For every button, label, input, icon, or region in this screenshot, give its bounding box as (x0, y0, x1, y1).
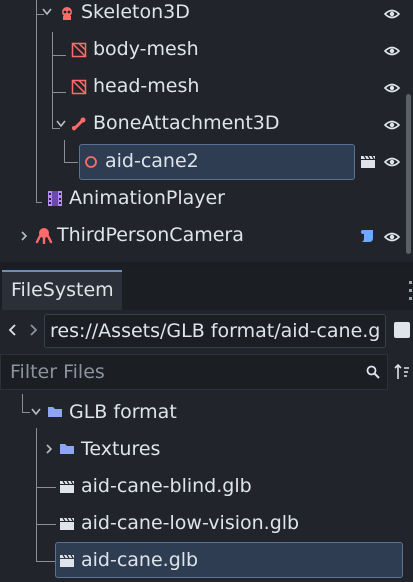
tree-item-label: aid-cane2 (105, 150, 199, 172)
tree-item-skeleton3d[interactable]: Skeleton3D (0, 0, 413, 33)
tree-item-label: head-mesh (93, 75, 200, 97)
eye-icon[interactable] (384, 157, 400, 167)
eye-icon[interactable] (384, 83, 400, 93)
dock-menu-icon[interactable] (409, 279, 413, 303)
folder-icon (48, 407, 62, 417)
tree-item-label: ThirdPersonCamera (57, 224, 244, 246)
forward-arrow-icon[interactable] (28, 323, 38, 337)
split-mode-icon[interactable] (394, 322, 410, 338)
tree-item-body-mesh[interactable]: body-mesh (0, 32, 413, 69)
tab-filesystem[interactable]: FileSystem (2, 270, 122, 310)
chevron-down-icon[interactable] (31, 408, 41, 416)
eye-icon[interactable] (384, 232, 400, 242)
fs-item-label: Textures (81, 438, 161, 460)
bone-attachment-icon (72, 117, 86, 131)
tab-label: FileSystem (11, 279, 114, 301)
scene-file-icon (60, 554, 74, 567)
filter-placeholder: Filter Files (10, 361, 105, 383)
fs-item-aid-cane-blind[interactable]: aid-cane-blind.glb (0, 468, 413, 505)
chevron-down-icon[interactable] (56, 120, 66, 128)
tree-item-head-mesh[interactable]: head-mesh (0, 69, 413, 106)
fs-item-label: aid-cane-low-vision.glb (81, 512, 300, 534)
search-icon[interactable] (366, 365, 380, 379)
folder-icon (60, 444, 74, 454)
fs-item-label: aid-cane-blind.glb (81, 475, 252, 497)
chevron-down-icon[interactable] (42, 8, 52, 16)
chevron-right-icon[interactable] (45, 444, 53, 454)
tree-item-animationplayer[interactable]: AnimationPlayer (0, 181, 413, 218)
eye-icon[interactable] (384, 9, 400, 19)
node3d-circle-icon (85, 156, 97, 168)
chevron-right-icon[interactable] (20, 231, 28, 241)
tree-item-aid-cane2[interactable]: aid-cane2 (0, 143, 413, 180)
eye-icon[interactable] (384, 46, 400, 56)
path-field[interactable]: res://Assets/GLB format/aid-cane.g (44, 314, 386, 348)
filter-files-input[interactable]: Filter Files (0, 354, 388, 390)
fs-item-label: aid-cane.glb (81, 549, 199, 571)
fs-item-label: GLB format (69, 401, 177, 423)
mesh-instance-icon (71, 42, 87, 58)
scene-file-icon (60, 517, 74, 530)
back-arrow-icon[interactable] (8, 323, 18, 337)
tree-item-label: body-mesh (93, 38, 199, 60)
tree-item-boneattachment3d[interactable]: BoneAttachment3D (0, 106, 413, 143)
mesh-instance-icon (71, 79, 87, 95)
tree-item-thirdpersoncamera[interactable]: ThirdPersonCamera (0, 218, 413, 255)
scene-file-icon (60, 480, 74, 493)
script-icon[interactable] (360, 228, 374, 244)
fs-item-glb-format[interactable]: GLB format (0, 394, 413, 431)
animation-player-icon (48, 191, 62, 206)
fs-item-textures[interactable]: Textures (0, 431, 413, 468)
clapperboard-icon[interactable] (360, 155, 376, 169)
sort-icon[interactable] (394, 363, 410, 381)
path-text: res://Assets/GLB format/aid-cane.g (50, 320, 381, 342)
skeleton-icon (62, 7, 72, 20)
camera-rig-icon (35, 228, 53, 244)
tree-item-label: AnimationPlayer (69, 187, 225, 209)
scene-tree-scrollbar[interactable] (406, 94, 411, 254)
fs-item-aid-cane[interactable]: aid-cane.glb (0, 542, 413, 579)
fs-item-aid-cane-low-vision[interactable]: aid-cane-low-vision.glb (0, 505, 413, 542)
tree-item-label: BoneAttachment3D (93, 112, 280, 134)
tree-item-label: Skeleton3D (81, 1, 190, 23)
eye-icon[interactable] (384, 120, 400, 130)
